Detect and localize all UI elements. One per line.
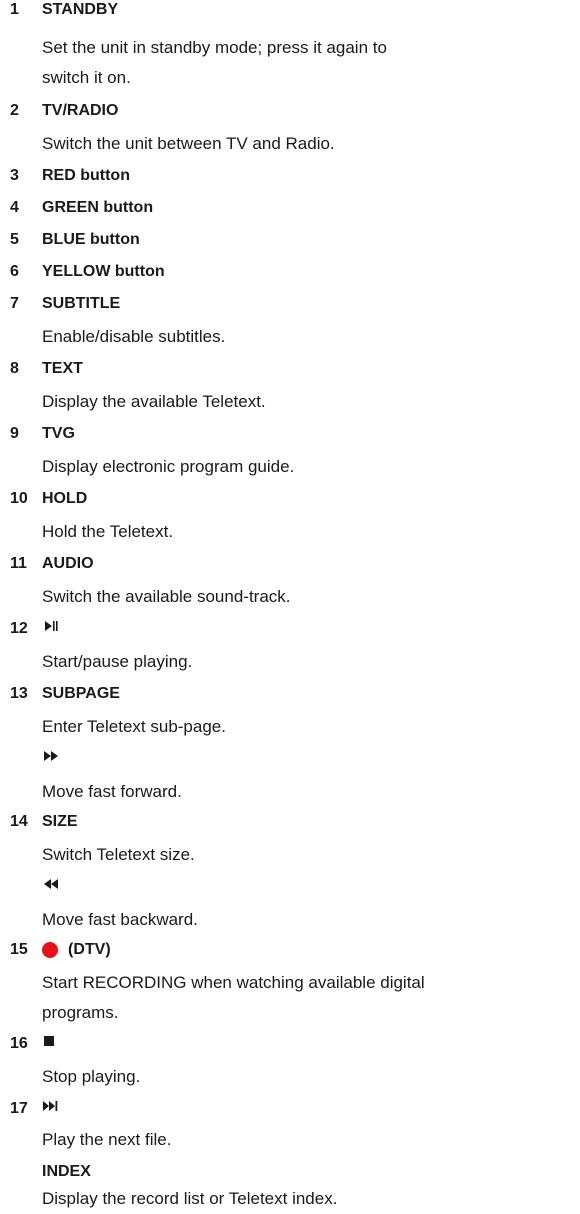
item-description: Set the unit in standby mode; press it a… [42, 38, 387, 57]
item-description: Switch Teletext size. [42, 845, 195, 864]
item-number: 10 [10, 490, 28, 507]
item-number: 13 [10, 685, 28, 702]
item-title: TV/RADIO [42, 102, 119, 119]
fast-forward-icon [42, 749, 60, 769]
item-description: Hold the Teletext. [42, 522, 174, 541]
item-title: TVG [42, 425, 75, 442]
item-number: 11 [10, 555, 27, 572]
item-title: RED button [42, 167, 130, 184]
item-description: Start RECORDING when watching available … [42, 973, 425, 992]
item-title: HOLD [42, 490, 88, 507]
item-number: 1 [10, 1, 19, 18]
item-description: Switch the unit between TV and Radio. [42, 134, 335, 153]
item-title: AUDIO [42, 555, 94, 572]
item-description: Play the next file. [42, 1130, 172, 1149]
item-title: TEXT [42, 360, 83, 377]
item-title: YELLOW button [42, 263, 165, 280]
item-number: 16 [10, 1035, 28, 1052]
item-title: SUBTITLE [42, 295, 121, 312]
item-title: SUBPAGE [42, 685, 120, 702]
stop-icon [42, 1034, 60, 1054]
item-description: Start/pause playing. [42, 652, 193, 671]
item-description: Move fast forward. [42, 782, 182, 801]
item-description: programs. [42, 1003, 119, 1022]
item-description: Display the record list or Teletext inde… [42, 1189, 338, 1208]
item-description: Display the available Teletext. [42, 392, 266, 411]
fast-backward-icon [42, 877, 60, 897]
item-number: 7 [10, 295, 19, 312]
item-number: 15 [10, 941, 28, 958]
item-title: (DTV) [68, 941, 111, 958]
item-title: STANDBY [42, 1, 119, 18]
item-number: 2 [10, 102, 19, 119]
item-description: Stop playing. [42, 1067, 141, 1086]
item-description: switch it on. [42, 68, 131, 87]
item-description: Enable/disable subtitles. [42, 327, 226, 346]
item-description: Enter Teletext sub-page. [42, 717, 226, 736]
item-title: INDEX [42, 1163, 91, 1180]
item-title: GREEN button [42, 199, 154, 216]
next-icon [42, 1099, 60, 1119]
item-title: BLUE button [42, 231, 140, 248]
item-number: 6 [10, 263, 19, 280]
item-number: 3 [10, 167, 19, 184]
item-description: Move fast backward. [42, 910, 198, 929]
item-number: 17 [10, 1100, 28, 1117]
item-title: SIZE [42, 813, 78, 830]
item-description: Switch the available sound-track. [42, 587, 291, 606]
play-pause-icon [42, 619, 60, 639]
item-number: 12 [10, 620, 28, 637]
record-icon [42, 942, 58, 958]
item-number: 14 [10, 813, 28, 830]
item-number: 5 [10, 231, 19, 248]
item-number: 4 [10, 199, 19, 216]
item-number: 9 [10, 425, 19, 442]
item-description: Display electronic program guide. [42, 457, 295, 476]
item-number: 8 [10, 360, 19, 377]
